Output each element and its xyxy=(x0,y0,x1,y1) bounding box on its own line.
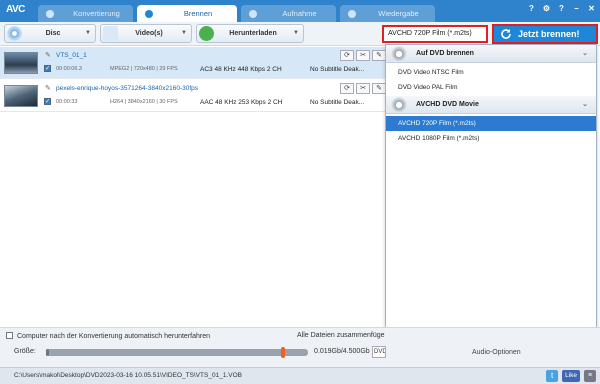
auto-shutdown-checkbox[interactable] xyxy=(6,332,13,339)
app-window: AVC Konvertierung Brennen Aufnahme Wiede… xyxy=(0,0,600,384)
add-videos-button[interactable]: Video(s) ▼ xyxy=(100,24,192,43)
auto-shutdown-option[interactable]: Computer nach der Konvertierung automati… xyxy=(6,332,210,340)
file-duration: 00:00:33 xyxy=(56,99,78,105)
format-group-avchd[interactable]: AVCHD DVD Movie ⌄ xyxy=(386,96,596,114)
refresh-icon[interactable]: ⟳ xyxy=(340,50,354,61)
refresh-icon[interactable]: ⟳ xyxy=(340,83,354,94)
info-icon[interactable]: ? xyxy=(557,4,566,13)
disc-size-bar xyxy=(46,349,308,356)
audio-track-select[interactable]: AC3 48 KHz 448 Kbps 2 CH xyxy=(200,66,282,73)
tab-label: Aufnahme xyxy=(282,9,317,18)
help-icon[interactable]: ? xyxy=(527,4,536,13)
group-label: Auf DVD brennen xyxy=(416,50,474,57)
status-bar: C:\Users\makol\Desktop\DVD2023-03-16 10.… xyxy=(0,367,600,384)
format-option[interactable]: DVD Video PAL Film xyxy=(386,80,596,95)
tab-wiedergabe[interactable]: Wiedergabe xyxy=(340,5,435,22)
button-label: Video(s) xyxy=(135,30,163,37)
edit-icon[interactable]: ✎ xyxy=(372,83,386,94)
video-thumbnail xyxy=(4,52,38,74)
chevron-down-icon[interactable]: ⌄ xyxy=(582,45,588,63)
convert-icon xyxy=(46,10,54,18)
disc-size-marker[interactable] xyxy=(281,347,285,358)
row-actions: ⟳ ✂ ✎ xyxy=(340,83,386,94)
disc-add-icon xyxy=(7,26,22,41)
tab-brennen[interactable]: Brennen xyxy=(137,5,237,22)
edit-icon[interactable]: ✎ xyxy=(372,50,386,61)
file-list: ✎ VTS_01_1 ✓ 00:00:06.3 MPEG2 | 720x480 … xyxy=(0,47,386,327)
format-group-dvd[interactable]: Auf DVD brennen ⌄ xyxy=(386,45,596,63)
file-row[interactable]: ✎ VTS_01_1 ✓ 00:00:06.3 MPEG2 | 720x480 … xyxy=(0,47,386,79)
title-bar: AVC Konvertierung Brennen Aufnahme Wiede… xyxy=(0,0,600,22)
format-option[interactable]: AVCHD 1080P Film (*.m2ts) xyxy=(386,131,596,146)
play-icon xyxy=(348,10,356,18)
twitter-icon[interactable]: t xyxy=(546,370,559,382)
dvd-disc-icon xyxy=(391,46,407,62)
format-option[interactable]: DVD Video NTSC Film xyxy=(386,65,596,80)
tab-konvertierung[interactable]: Konvertierung xyxy=(38,5,133,22)
social-icons: t Like ≡ xyxy=(546,370,596,382)
burn-now-button[interactable]: Jetzt brennen! xyxy=(492,24,598,44)
file-video-info: H264 | 3840x2160 | 30 FPS xyxy=(110,99,178,105)
button-label: Disc xyxy=(45,30,61,37)
size-label: Größe: xyxy=(14,348,36,355)
disc-type-select[interactable]: DVD xyxy=(372,346,386,358)
row-actions: ⟳ ✂ ✎ xyxy=(340,50,386,61)
burn-label: Jetzt brennen! xyxy=(518,29,580,39)
edit-name-icon[interactable]: ✎ xyxy=(45,51,51,59)
cut-icon[interactable]: ✂ xyxy=(356,83,370,94)
record-icon xyxy=(249,10,257,18)
app-logo: AVC xyxy=(6,4,25,15)
tab-aufnahme[interactable]: Aufnahme xyxy=(241,5,336,22)
file-row[interactable]: ✎ pexels-enrique-hoyos-3571264-3840x2160… xyxy=(0,80,386,112)
download-icon xyxy=(199,26,214,41)
output-path: C:\Users\makol\Desktop\DVD2023-03-16 10.… xyxy=(14,372,242,379)
add-disc-button[interactable]: Disc ▼ xyxy=(4,24,96,43)
facebook-like-button[interactable]: Like xyxy=(562,370,580,382)
edit-name-icon[interactable]: ✎ xyxy=(45,84,51,92)
file-checkbox[interactable]: ✓ xyxy=(44,65,51,72)
menu-icon[interactable]: ≡ xyxy=(584,370,596,382)
group-label: AVCHD DVD Movie xyxy=(416,101,479,108)
chevron-down-icon[interactable]: ▼ xyxy=(85,25,91,42)
output-format-select[interactable]: AVCHD 720P Film (*.m2ts) ▼ xyxy=(382,25,497,43)
avchd-disc-icon xyxy=(391,97,407,113)
merge-all-option[interactable]: Alle Dateien zusammenfüge xyxy=(297,332,385,339)
refresh-icon xyxy=(501,29,511,39)
format-dropdown: Auf DVD brennen ⌄ DVD Video NTSC Film DV… xyxy=(385,44,597,356)
audio-options-button[interactable]: Audio-Optionen xyxy=(472,349,521,356)
close-icon[interactable]: ✕ xyxy=(587,4,596,13)
chevron-down-icon[interactable]: ⌄ xyxy=(582,96,588,114)
file-name: pexels-enrique-hoyos-3571264-3840x2160-3… xyxy=(56,85,199,92)
audio-track-select[interactable]: AAC 48 KHz 253 Kbps 2 CH xyxy=(200,99,282,106)
window-controls: ? ⚙ ? – ✕ xyxy=(527,4,596,13)
auto-shutdown-label: Computer nach der Konvertierung automati… xyxy=(17,333,210,340)
download-button[interactable]: Herunterladen ▼ xyxy=(196,24,304,43)
button-label: Herunterladen xyxy=(229,30,277,37)
video-thumbnail xyxy=(4,85,38,107)
cut-icon[interactable]: ✂ xyxy=(356,50,370,61)
disc-size-fill xyxy=(46,349,49,356)
video-add-icon xyxy=(103,26,118,41)
size-value: 0.019Gb/4.500Gb xyxy=(314,348,370,355)
format-option-selected[interactable]: AVCHD 720P Film (*.m2ts) xyxy=(386,116,596,131)
options-bar: Computer nach der Konvertierung automati… xyxy=(0,327,600,367)
file-duration: 00:00:06.3 xyxy=(56,66,82,72)
settings-icon[interactable]: ⚙ xyxy=(542,4,551,13)
subtitle-select[interactable]: No Subtitle Deak... xyxy=(310,66,364,73)
chevron-down-icon[interactable]: ▼ xyxy=(181,25,187,42)
tab-label: Brennen xyxy=(183,9,213,18)
minimize-icon[interactable]: – xyxy=(572,4,581,13)
file-video-info: MPEG2 | 720x480 | 29 FPS xyxy=(110,66,178,72)
format-value: AVCHD 720P Film (*.m2ts) xyxy=(388,30,472,37)
subtitle-select[interactable]: No Subtitle Deak... xyxy=(310,99,364,106)
file-name: VTS_01_1 xyxy=(56,52,87,59)
disc-burn-icon xyxy=(145,10,153,18)
file-checkbox[interactable]: ✓ xyxy=(44,98,51,105)
tab-label: Wiedergabe xyxy=(378,9,419,18)
chevron-down-icon[interactable]: ▼ xyxy=(293,25,299,42)
tab-label: Konvertierung xyxy=(73,9,120,18)
